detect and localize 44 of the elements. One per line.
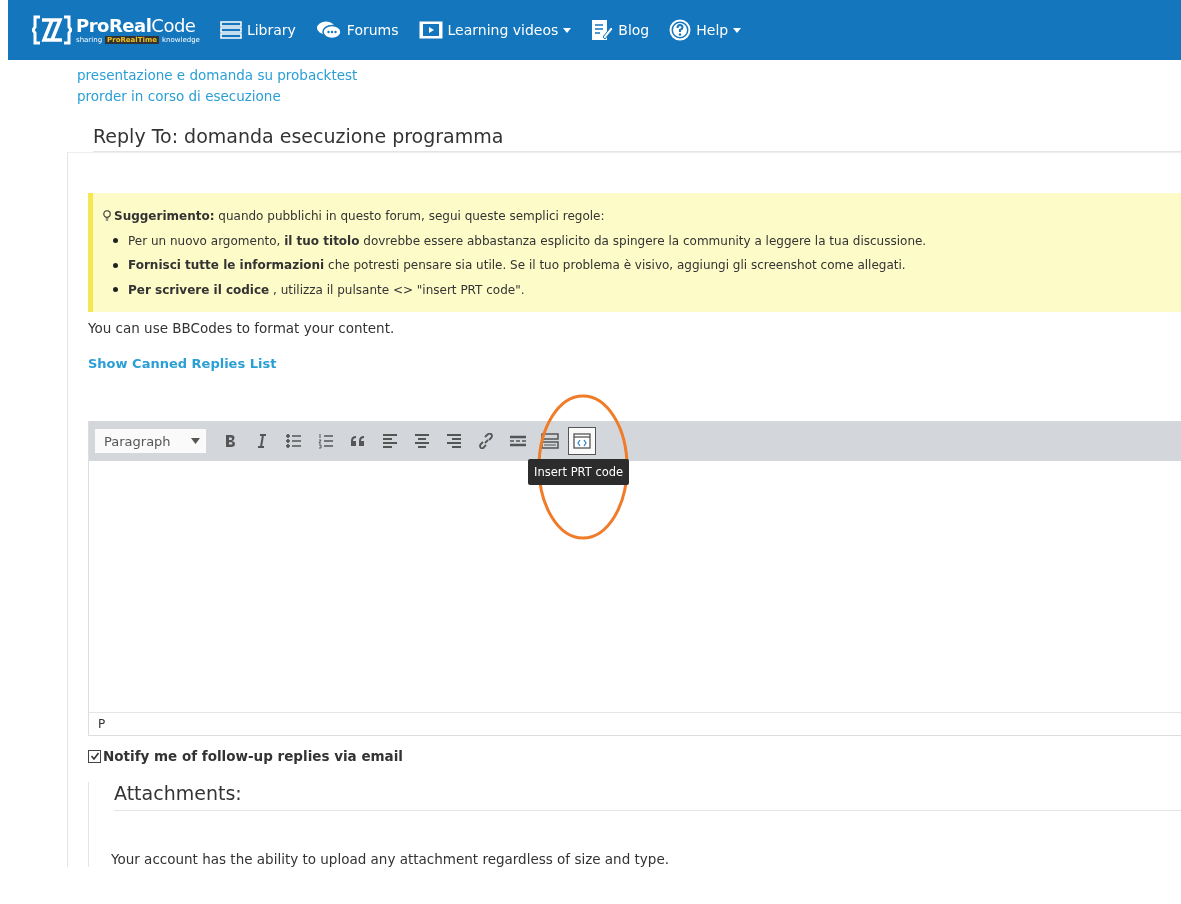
quote-icon	[349, 433, 367, 449]
element-path: P	[98, 717, 106, 731]
link-icon	[477, 433, 495, 449]
align-left-icon	[381, 433, 399, 449]
align-center-icon	[413, 433, 431, 449]
topic-link[interactable]: presentazione e domanda su probacktest	[77, 65, 1181, 86]
notify-label: Notify me of follow-up replies via email	[103, 748, 403, 764]
checkbox[interactable]	[88, 749, 101, 763]
bullet-list-icon	[285, 433, 303, 449]
caret-icon	[191, 438, 200, 444]
bullet-icon	[113, 262, 118, 268]
attachments-title: Attachments:	[114, 782, 1181, 811]
logo-icon	[32, 14, 72, 46]
help-icon	[669, 19, 692, 41]
nav-link[interactable]: Learning videos	[418, 21, 572, 39]
bullet-icon	[113, 238, 118, 244]
format-select[interactable]: Paragraph	[95, 429, 206, 453]
logo-name: ProRealCode	[76, 16, 197, 36]
code-button[interactable]	[568, 427, 596, 455]
align-right-icon	[445, 433, 463, 449]
tip-rule: Per un nuovo argomento, il tuo titolo dovrebbe essere abbastanza esplicito da spingere la community a leggere la tua discussione.	[128, 232, 927, 250]
lightbulb-icon	[103, 210, 111, 223]
tip-rule: Fornisci tutte le informazioni che potresti pensare sia utile. Se il tuo problema è visivo, aggiungi gli screenshot come allegati.	[128, 257, 906, 274]
nav-link[interactable]: Library	[219, 21, 296, 39]
reply-title: Reply To: domanda esecuzione programma	[93, 125, 1181, 152]
more-icon	[509, 433, 527, 449]
books-icon	[219, 21, 242, 39]
tip-heading: Suggerimento: quando pubblichi in questo forum, segui queste semplici regole:	[114, 208, 605, 225]
canned-replies-link[interactable]: Show Canned Replies List	[88, 356, 1181, 371]
tooltip: Insert PRT code	[528, 459, 630, 485]
document-pen-icon	[591, 19, 614, 41]
bbcodes-note: You can use BBCodes to format your content.	[88, 320, 396, 336]
bullet-icon	[113, 287, 118, 293]
code-icon	[573, 433, 591, 449]
topic-link[interactable]: prorder in corso di esecuzione	[77, 86, 1181, 107]
film-icon	[418, 21, 443, 39]
numbered-list-icon	[317, 433, 335, 449]
nav-link[interactable]: Help	[669, 19, 742, 41]
attachments-note: Your account has the ability to upload any attachment regardless of size and type.	[111, 851, 670, 867]
tip-rule: Per scrivere il codice , utilizza il pulsante <> "insert PRT code".	[128, 281, 525, 299]
chat-bubbles-icon	[315, 20, 342, 40]
toolbar-toggle-icon	[541, 433, 559, 449]
nav-link[interactable]: Forums	[315, 20, 399, 40]
nav-link[interactable]: Blog	[591, 19, 650, 41]
